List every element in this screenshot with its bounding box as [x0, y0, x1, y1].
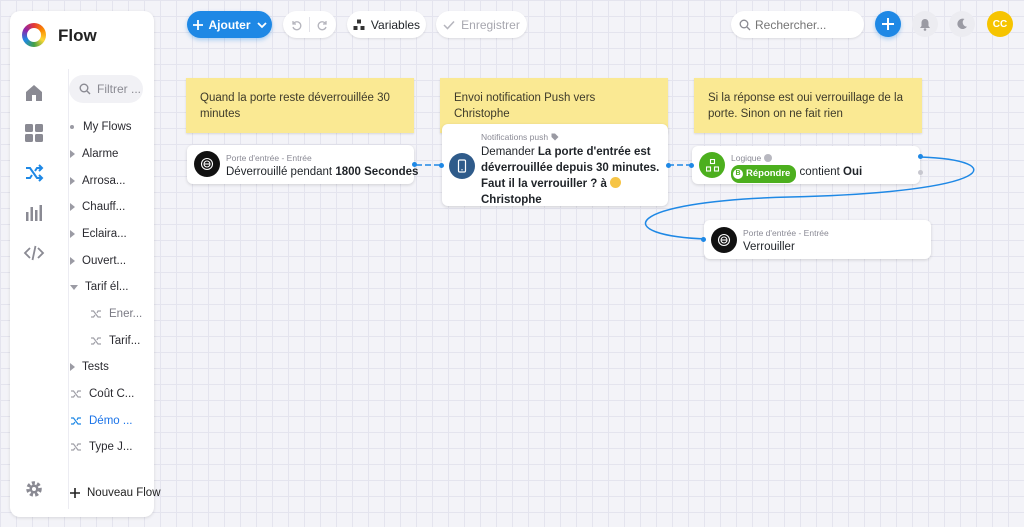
input-port[interactable] — [439, 163, 444, 168]
node-trigger-text: Déverrouillé pendant 1800 Secondes — [226, 164, 418, 180]
input-port[interactable] — [689, 163, 694, 168]
trigger-unit: Secondes — [364, 166, 419, 178]
door-lock-icon — [194, 151, 220, 177]
door-lock-icon — [711, 227, 737, 253]
phone-icon — [449, 153, 475, 179]
output-port[interactable] — [666, 163, 671, 168]
info-icon — [764, 154, 773, 162]
trigger-prefix: Déverrouillé pendant — [226, 166, 333, 178]
badge-label: Répondre — [746, 168, 791, 179]
badge-letter: B — [733, 169, 743, 179]
trigger-value: 1800 — [335, 166, 361, 178]
note-logic[interactable]: Si la réponse est oui verrouillage de la… — [694, 78, 922, 133]
node-push-text: Demander La porte d'entrée est déverroui… — [481, 144, 663, 208]
output-port-true[interactable] — [918, 154, 923, 159]
output-port[interactable] — [412, 162, 417, 167]
node-caption-row: Notifications push — [481, 132, 559, 142]
logic-condition: contient — [799, 166, 840, 178]
user-emoji-icon — [610, 177, 622, 188]
tag-icon — [551, 133, 559, 141]
output-port-false[interactable] — [918, 170, 923, 175]
note-trigger[interactable]: Quand la porte reste déverrouillée 30 mi… — [186, 78, 414, 133]
push-recipient: Christophe — [481, 194, 542, 206]
node-action-text: Verrouiller — [743, 241, 795, 253]
input-port[interactable] — [701, 237, 706, 242]
node-caption: Notifications push — [481, 132, 549, 142]
node-action[interactable]: Porte d'entrée - Entrée Verrouiller — [701, 220, 931, 259]
response-badge: B Répondre — [731, 165, 797, 183]
node-caption: Logique — [731, 153, 762, 163]
push-verb: Demander — [481, 146, 535, 158]
node-trigger[interactable]: Porte d'entrée - Entrée Déverrouillé pen… — [187, 145, 418, 184]
logic-blocks-icon — [699, 152, 725, 178]
node-caption: Porte d'entrée - Entrée — [226, 153, 312, 163]
logic-value: Oui — [843, 166, 863, 178]
node-logic-text: B Répondre contient Oui — [731, 164, 862, 183]
node-logic[interactable]: Logique B Répondre contient Oui — [689, 146, 923, 184]
node-caption-row: Logique — [731, 153, 773, 163]
node-push-notification[interactable]: Notifications push Demander La porte d'e… — [439, 124, 671, 208]
node-caption: Porte d'entrée - Entrée — [743, 228, 829, 238]
